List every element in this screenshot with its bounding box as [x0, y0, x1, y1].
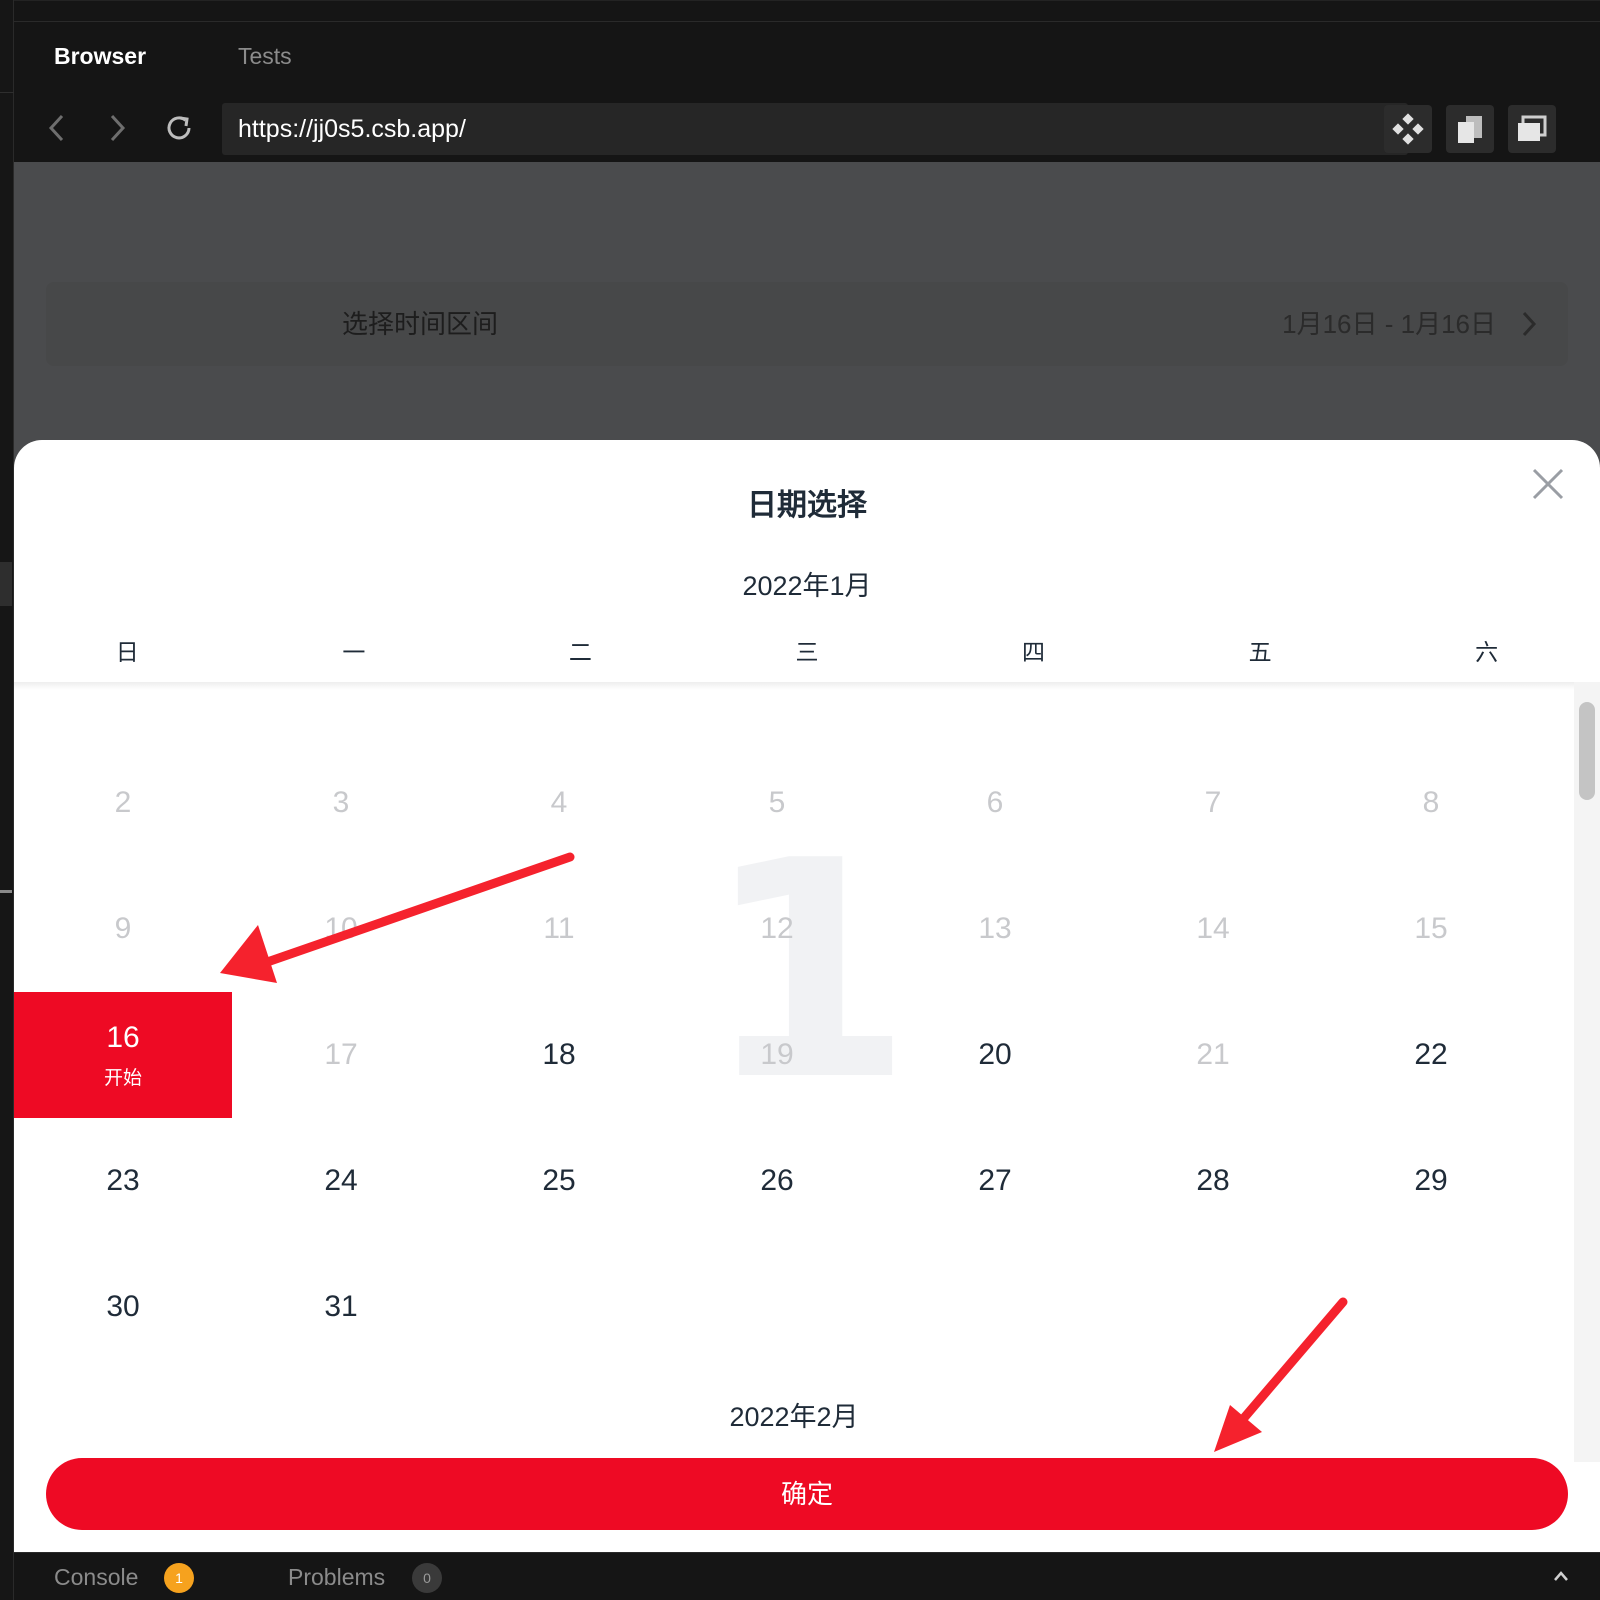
day-5[interactable]: 5 [668, 740, 886, 866]
day-10[interactable]: 10 [232, 866, 450, 992]
tab-problems[interactable]: Problems [288, 1553, 385, 1600]
strip-tick [0, 890, 12, 893]
day-30[interactable]: 30 [14, 1244, 232, 1370]
day-27[interactable]: 27 [886, 1118, 1104, 1244]
day-8[interactable]: 8 [1322, 740, 1540, 866]
day-16-number: 16 [106, 1020, 140, 1054]
weekday-fri: 五 [1248, 639, 1272, 665]
calendar-scrollbar-thumb[interactable] [1579, 702, 1595, 800]
bottom-panel-bar: Console 1 Problems 0 [14, 1552, 1600, 1600]
day-6[interactable]: 6 [886, 740, 1104, 866]
weekday-sat: 六 [1475, 639, 1499, 665]
field-value: 1月16日 - 1月16日 [1282, 309, 1496, 339]
day-26[interactable]: 26 [668, 1118, 886, 1244]
address-bar-input[interactable]: https://jj0s5.csb.app/ [222, 103, 1408, 155]
start-label: 开始 [103, 1067, 142, 1089]
chevron-right-icon [110, 114, 126, 142]
day-31[interactable]: 31 [232, 1244, 450, 1370]
day-15[interactable]: 15 [1322, 866, 1540, 992]
chevron-right-icon [1522, 311, 1537, 337]
strip-separator [0, 92, 14, 93]
day-16-selected[interactable]: 16 开始 [14, 992, 232, 1118]
chevron-up-icon[interactable] [1552, 1569, 1570, 1583]
day-14[interactable]: 14 [1104, 866, 1322, 992]
forward-button[interactable] [100, 111, 134, 145]
weekday-wed: 三 [795, 639, 819, 665]
close-icon[interactable] [1530, 466, 1566, 502]
reload-icon [167, 116, 191, 140]
month-title: 2022年1月 [742, 571, 872, 601]
tab-browser[interactable]: Browser [54, 43, 146, 70]
copy-window-icon [1458, 116, 1482, 143]
tab-console[interactable]: Console [54, 1553, 138, 1600]
tab-tests[interactable]: Tests [238, 43, 292, 70]
chevron-left-icon [48, 114, 64, 142]
day-18[interactable]: 18 [450, 992, 668, 1118]
preview-pane: 选择时间区间 1月16日 - 1月16日 日期选择 2022年1月 日 一 二 … [14, 162, 1600, 1552]
day-24[interactable]: 24 [232, 1118, 450, 1244]
weekday-thu: 四 [1022, 639, 1046, 665]
day-22[interactable]: 22 [1322, 992, 1540, 1118]
day-20[interactable]: 20 [886, 992, 1104, 1118]
day-29[interactable]: 29 [1322, 1118, 1540, 1244]
tool-button-2[interactable] [1446, 105, 1494, 153]
new-window-icon [1518, 115, 1547, 141]
day-2[interactable]: 2 [14, 740, 232, 866]
day-21[interactable]: 21 [1104, 992, 1322, 1118]
weekday-tue: 二 [568, 639, 592, 665]
problems-count-badge: 0 [412, 1563, 442, 1593]
next-month-title: 2022年2月 [729, 1402, 859, 1432]
day-25[interactable]: 25 [450, 1118, 668, 1244]
day-9[interactable]: 9 [14, 866, 232, 992]
day-17[interactable]: 17 [232, 992, 450, 1118]
console-count-badge: 1 [164, 1563, 194, 1593]
day-12[interactable]: 12 [668, 866, 886, 992]
popup-title: 日期选择 [747, 489, 867, 522]
day-3[interactable]: 3 [232, 740, 450, 866]
toolbar-divider [14, 21, 1600, 22]
date-range-field[interactable]: 选择时间区间 1月16日 - 1月16日 [46, 282, 1568, 366]
day-13[interactable]: 13 [886, 866, 1104, 992]
tool-button-1[interactable] [1384, 105, 1432, 153]
weekday-header: 日 一 二 三 四 五 六 [14, 622, 1600, 682]
day-19[interactable]: 19 [668, 992, 886, 1118]
day-23[interactable]: 23 [14, 1118, 232, 1244]
day-7[interactable]: 7 [1104, 740, 1322, 866]
weekday-shadow [14, 682, 1600, 690]
back-button[interactable] [40, 111, 74, 145]
weekday-mon: 一 [342, 639, 366, 665]
diamond-grid-icon [1392, 113, 1424, 145]
field-label: 选择时间区间 [342, 309, 499, 339]
reload-button[interactable] [162, 111, 196, 145]
day-11[interactable]: 11 [450, 866, 668, 992]
strip-selection [0, 562, 12, 606]
left-activity-strip [0, 0, 14, 1600]
calendar-days: 1 2 3 4 5 6 7 8 9 10 11 12 13 14 15 16 开… [14, 682, 1574, 1462]
weekday-sun: 日 [115, 639, 139, 665]
day-4[interactable]: 4 [450, 740, 668, 866]
confirm-button[interactable]: 确定 [46, 1458, 1568, 1530]
tool-button-3[interactable] [1508, 105, 1556, 153]
browser-toolbar: Browser Tests https://jj0s5.csb.app/ [14, 0, 1600, 162]
date-picker-popup: 日期选择 2022年1月 日 一 二 三 四 五 六 1 2 3 4 5 6 7… [14, 440, 1600, 1552]
day-28[interactable]: 28 [1104, 1118, 1322, 1244]
